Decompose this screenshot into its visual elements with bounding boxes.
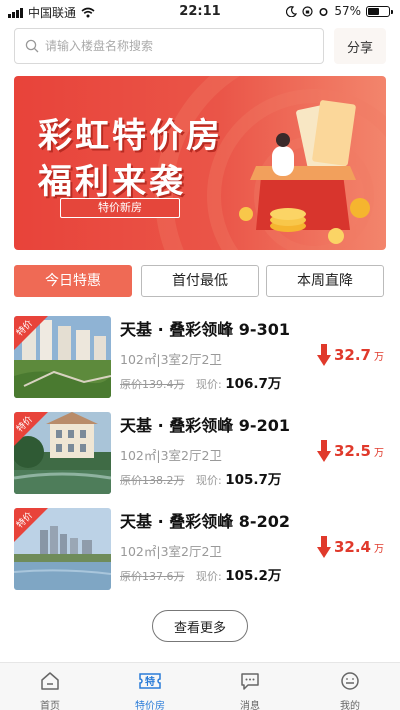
listing-spec: 102㎡|3室2厅2卫: [120, 544, 222, 559]
search-box[interactable]: [14, 28, 324, 64]
price-drop-value: 32.7: [333, 346, 371, 364]
price-drop-unit: 万: [374, 351, 384, 363]
home-icon: [41, 672, 59, 690]
current-price: 105.7万: [225, 472, 282, 488]
profile-icon: [341, 672, 359, 690]
listing-card[interactable]: 特价 天基 · 叠彩领峰 9-301 102㎡|3室2厅2卫 原价139.4万 …: [14, 316, 386, 398]
listing-prices: 原价138.2万 现价: 105.7万: [120, 468, 281, 488]
nav-item-label: 我的: [340, 701, 360, 710]
message-icon: [241, 673, 259, 690]
arrow-down-icon: [316, 344, 331, 366]
current-price-label: 现价:: [196, 570, 222, 583]
nav-item-home[interactable]: 首页: [0, 663, 100, 710]
original-price: 原价138.2万: [120, 474, 185, 487]
arrow-down-icon: [316, 440, 331, 462]
arrow-down-icon: [316, 536, 331, 558]
listing-spec: 102㎡|3室2厅2卫: [120, 352, 222, 367]
current-price: 105.2万: [225, 568, 282, 584]
listing-thumbnail: 特价: [14, 316, 111, 398]
search-icon: [25, 39, 39, 53]
share-button[interactable]: 分享: [334, 28, 386, 64]
listing-card[interactable]: 特价 天基 · 叠彩领峰 9-201 102㎡|3室2厅2卫 原价138.2万 …: [14, 412, 386, 494]
listing-title: 天基 · 叠彩领峰 9-301: [120, 320, 290, 339]
price-drop-value: 32.4: [333, 538, 371, 556]
search-input[interactable]: [45, 39, 305, 53]
special-offer-icon: 特: [139, 673, 161, 689]
listing-spec: 102㎡|3室2厅2卫: [120, 448, 222, 463]
banner-title-line2: 福利来袭: [38, 162, 186, 202]
listing-title: 天基 · 叠彩领峰 8-202: [120, 512, 290, 531]
nav-item-messages[interactable]: 消息: [200, 663, 300, 710]
listing-thumbnail: 特价: [14, 412, 111, 494]
nav-item-label: 首页: [40, 701, 60, 710]
bottom-nav: 首页 特 特价房 消息 我的: [0, 662, 400, 710]
listing-card[interactable]: 特价 天基 · 叠彩领峰 8-202 102㎡|3室2厅2卫 原价137.6万 …: [14, 508, 386, 590]
banner-tag: 特价新房: [60, 198, 180, 218]
price-drop: 32.5 万: [316, 440, 384, 462]
price-drop-unit: 万: [374, 447, 384, 459]
original-price: 原价139.4万: [120, 378, 185, 391]
tab-lowest-down-payment[interactable]: 首付最低: [141, 265, 259, 297]
orientation-lock-icon: [302, 5, 313, 17]
price-drop-unit: 万: [374, 543, 384, 555]
nav-item-profile[interactable]: 我的: [300, 663, 400, 710]
svg-text:特: 特: [145, 675, 155, 688]
current-price-label: 现价:: [196, 378, 222, 391]
tab-weekly-drop[interactable]: 本周直降: [266, 265, 384, 297]
battery-percent: 57%: [334, 4, 361, 18]
alarm-icon: [319, 7, 328, 16]
filter-tabs: 今日特惠 首付最低 本周直降: [14, 265, 386, 297]
banner-title-line1: 彩虹特价房: [38, 116, 223, 156]
listing-title: 天基 · 叠彩领峰 9-201: [120, 416, 290, 435]
listing-prices: 原价139.4万 现价: 106.7万: [120, 372, 281, 392]
original-price: 原价137.6万: [120, 570, 185, 583]
battery-icon: [366, 5, 393, 17]
current-price-label: 现价:: [196, 474, 222, 487]
view-more-button[interactable]: 查看更多: [152, 610, 248, 642]
nav-item-label: 特价房: [135, 701, 165, 710]
price-drop: 32.7 万: [316, 344, 384, 366]
promo-banner[interactable]: 彩虹特价房 福利来袭 特价新房: [14, 76, 386, 250]
gift-box-illustration: [239, 100, 370, 244]
listing-thumbnail: 特价: [14, 508, 111, 590]
status-bar: 中国联通 22:11 57%: [0, 0, 400, 22]
nav-item-special-offers[interactable]: 特 特价房: [100, 663, 200, 710]
moon-icon: [286, 5, 298, 17]
price-drop-value: 32.5: [333, 442, 371, 460]
listing-prices: 原价137.6万 现价: 105.2万: [120, 564, 281, 584]
price-drop: 32.4 万: [316, 536, 384, 558]
current-price: 106.7万: [225, 376, 282, 392]
nav-item-label: 消息: [240, 701, 260, 710]
tab-today-deals[interactable]: 今日特惠: [14, 265, 132, 297]
